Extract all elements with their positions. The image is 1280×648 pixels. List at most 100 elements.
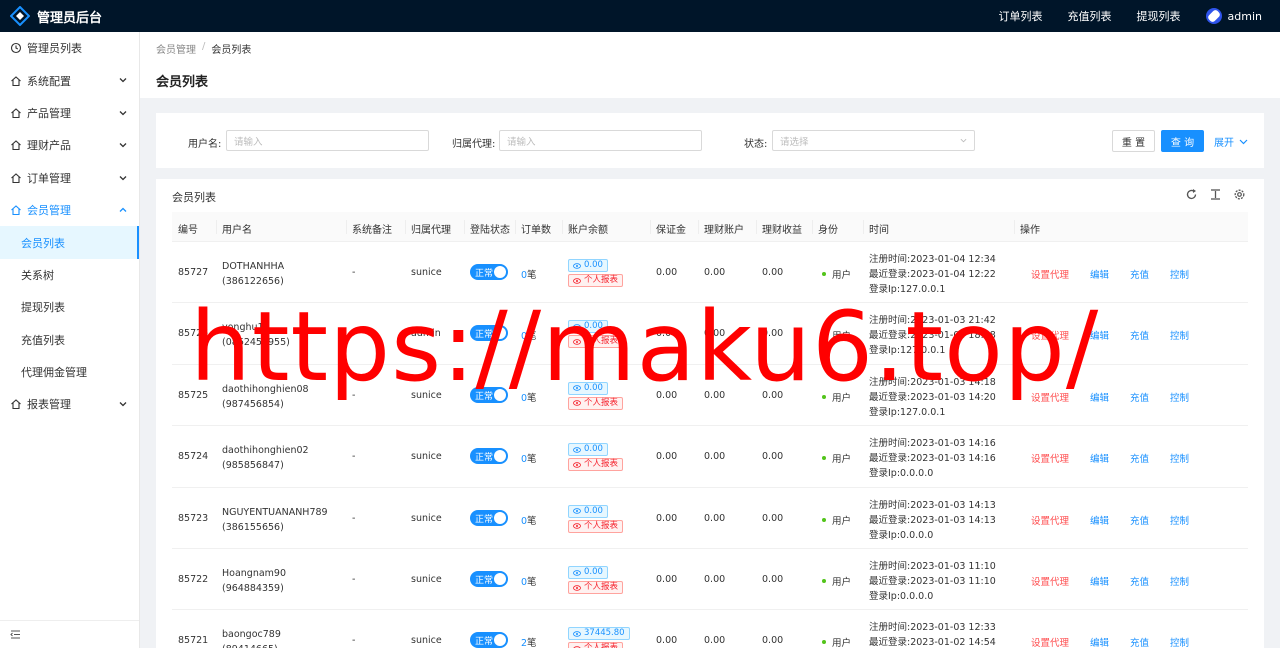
order-suffix: 笔: [527, 638, 537, 648]
username-input[interactable]: 请输入: [226, 130, 429, 151]
breadcrumb-item-member-list: 会员列表: [211, 45, 252, 56]
edit-button[interactable]: 编辑: [1090, 390, 1109, 404]
edit-button[interactable]: 编辑: [1090, 267, 1109, 281]
home-icon: [11, 75, 21, 86]
toggle-label: 正常: [475, 330, 494, 341]
set-agent-button[interactable]: 设置代理: [1031, 451, 1069, 465]
breadcrumb-separator: /: [202, 41, 206, 52]
eye-icon: [573, 523, 581, 529]
column-divider: [515, 220, 516, 234]
status-select[interactable]: 请选择: [772, 130, 975, 151]
recharge-button[interactable]: 充值: [1130, 267, 1149, 281]
column-divider: [863, 220, 864, 234]
personal-report-tag[interactable]: 个人报表: [568, 274, 624, 287]
query-button[interactable]: 查 询: [1161, 130, 1204, 152]
sidebar-collapse[interactable]: [0, 620, 139, 648]
login-status-toggle[interactable]: 正常: [470, 325, 508, 342]
member-username: Hoangnam90: [222, 568, 287, 579]
personal-report-tag[interactable]: 个人报表: [568, 458, 624, 472]
edit-button[interactable]: 编辑: [1090, 635, 1109, 648]
member-wealth-earnings: 0.00: [762, 451, 784, 463]
set-agent-button[interactable]: 设置代理: [1031, 328, 1069, 342]
personal-report-tag[interactable]: 个人报表: [568, 396, 624, 410]
member-deposit: 0.00: [656, 574, 678, 585]
login-status-toggle[interactable]: 正常: [470, 264, 508, 280]
recharge-button[interactable]: 充值: [1130, 328, 1149, 342]
column-header-actions: 操作: [1020, 225, 1040, 236]
personal-report-tag[interactable]: 个人报表: [568, 642, 624, 648]
recharge-button[interactable]: 充值: [1130, 390, 1149, 404]
edit-button[interactable]: 编辑: [1090, 451, 1109, 465]
member-deposit: 0.00: [656, 328, 678, 340]
sidebar-item-5[interactable]: 会员管理: [0, 194, 139, 226]
login-status-toggle[interactable]: 正常: [470, 448, 508, 465]
edit-button[interactable]: 编辑: [1090, 574, 1109, 588]
set-agent-button[interactable]: 设置代理: [1031, 513, 1069, 527]
login-status-toggle[interactable]: 正常: [470, 632, 508, 648]
recharge-button[interactable]: 充值: [1130, 451, 1149, 465]
eye-icon: [573, 339, 581, 345]
control-button[interactable]: 控制: [1170, 328, 1189, 342]
sidebar-item-4[interactable]: 订单管理: [0, 162, 139, 194]
recharge-button[interactable]: 充值: [1130, 574, 1149, 588]
control-button[interactable]: 控制: [1170, 635, 1189, 648]
balance-tag: 0.00: [568, 320, 608, 334]
sidebar-item-9[interactable]: 充值列表: [0, 324, 139, 356]
personal-report-tag[interactable]: 个人报表: [568, 581, 624, 594]
settings-icon[interactable]: [1233, 188, 1246, 201]
sidebar-item-6[interactable]: 会员列表: [0, 226, 139, 260]
set-agent-button[interactable]: 设置代理: [1031, 635, 1069, 648]
member-agent: sunice: [411, 512, 442, 524]
login-status-toggle[interactable]: 正常: [470, 571, 508, 587]
member-role-label: 用户: [832, 454, 852, 466]
refresh-icon[interactable]: [1185, 188, 1198, 201]
set-agent-button[interactable]: 设置代理: [1031, 390, 1069, 404]
topnav-orders[interactable]: 订单列表: [999, 8, 1043, 24]
toggle-label: 正常: [475, 514, 494, 525]
reset-button[interactable]: 重 置: [1112, 130, 1155, 152]
agent-input[interactable]: 请输入: [499, 130, 702, 151]
sidebar-item-0[interactable]: 管理员列表: [0, 32, 139, 64]
sidebar-item-7[interactable]: 关系树: [0, 259, 139, 291]
brand[interactable]: 管理员后台: [0, 6, 140, 26]
set-agent-button[interactable]: 设置代理: [1031, 267, 1069, 281]
member-wealth-account: 0.00: [704, 451, 726, 463]
breadcrumb-item-member-mgmt[interactable]: 会员管理: [156, 41, 196, 56]
sidebar-item-11[interactable]: 报表管理: [0, 388, 139, 420]
sidebar-item-3[interactable]: 理财产品: [0, 129, 139, 161]
toggle-label: 正常: [475, 453, 494, 464]
member-times: 注册时间:2023-01-03 14:13 最近登录:2023-01-03 14:…: [869, 498, 996, 543]
sidebar-item-8[interactable]: 提现列表: [0, 291, 139, 323]
recharge-button[interactable]: 充值: [1130, 513, 1149, 527]
expand-toggle[interactable]: 展开: [1214, 134, 1248, 149]
member-times: 注册时间:2023-01-03 21:42 最近登录:2023-01-03 18:…: [869, 313, 996, 358]
control-button[interactable]: 控制: [1170, 513, 1189, 527]
control-button[interactable]: 控制: [1170, 574, 1189, 588]
control-button[interactable]: 控制: [1170, 390, 1189, 404]
eye-icon: [573, 569, 581, 576]
login-status-toggle[interactable]: 正常: [470, 386, 508, 403]
status-dot: [822, 394, 826, 399]
member-id: 85722: [178, 574, 209, 585]
recharge-button[interactable]: 充值: [1130, 635, 1149, 648]
personal-report-tag[interactable]: 个人报表: [568, 335, 624, 349]
column-height-icon[interactable]: [1209, 188, 1222, 201]
balance-value: 0.00: [584, 321, 603, 332]
sidebar-item-10[interactable]: 代理佣金管理: [0, 356, 139, 388]
set-agent-button[interactable]: 设置代理: [1031, 574, 1069, 588]
login-status-toggle[interactable]: 正常: [470, 509, 508, 526]
edit-button[interactable]: 编辑: [1090, 513, 1109, 527]
balance-value: 0.00: [584, 260, 603, 270]
control-button[interactable]: 控制: [1170, 451, 1189, 465]
last-login-time: 最近登录:2023-01-03 18:48: [869, 330, 996, 342]
user-menu[interactable]: admin: [1205, 8, 1262, 24]
edit-button[interactable]: 编辑: [1090, 328, 1109, 342]
member-times: 注册时间:2023-01-04 12:34 最近登录:2023-01-04 12:…: [869, 252, 996, 297]
member-wealth-earnings: 0.00: [762, 267, 784, 278]
topnav-recharge[interactable]: 充值列表: [1068, 8, 1112, 24]
topnav-withdraw[interactable]: 提现列表: [1137, 8, 1181, 24]
personal-report-tag[interactable]: 个人报表: [568, 519, 624, 533]
control-button[interactable]: 控制: [1170, 267, 1189, 281]
sidebar-item-1[interactable]: 系统配置: [0, 64, 139, 96]
sidebar-item-2[interactable]: 产品管理: [0, 97, 139, 129]
